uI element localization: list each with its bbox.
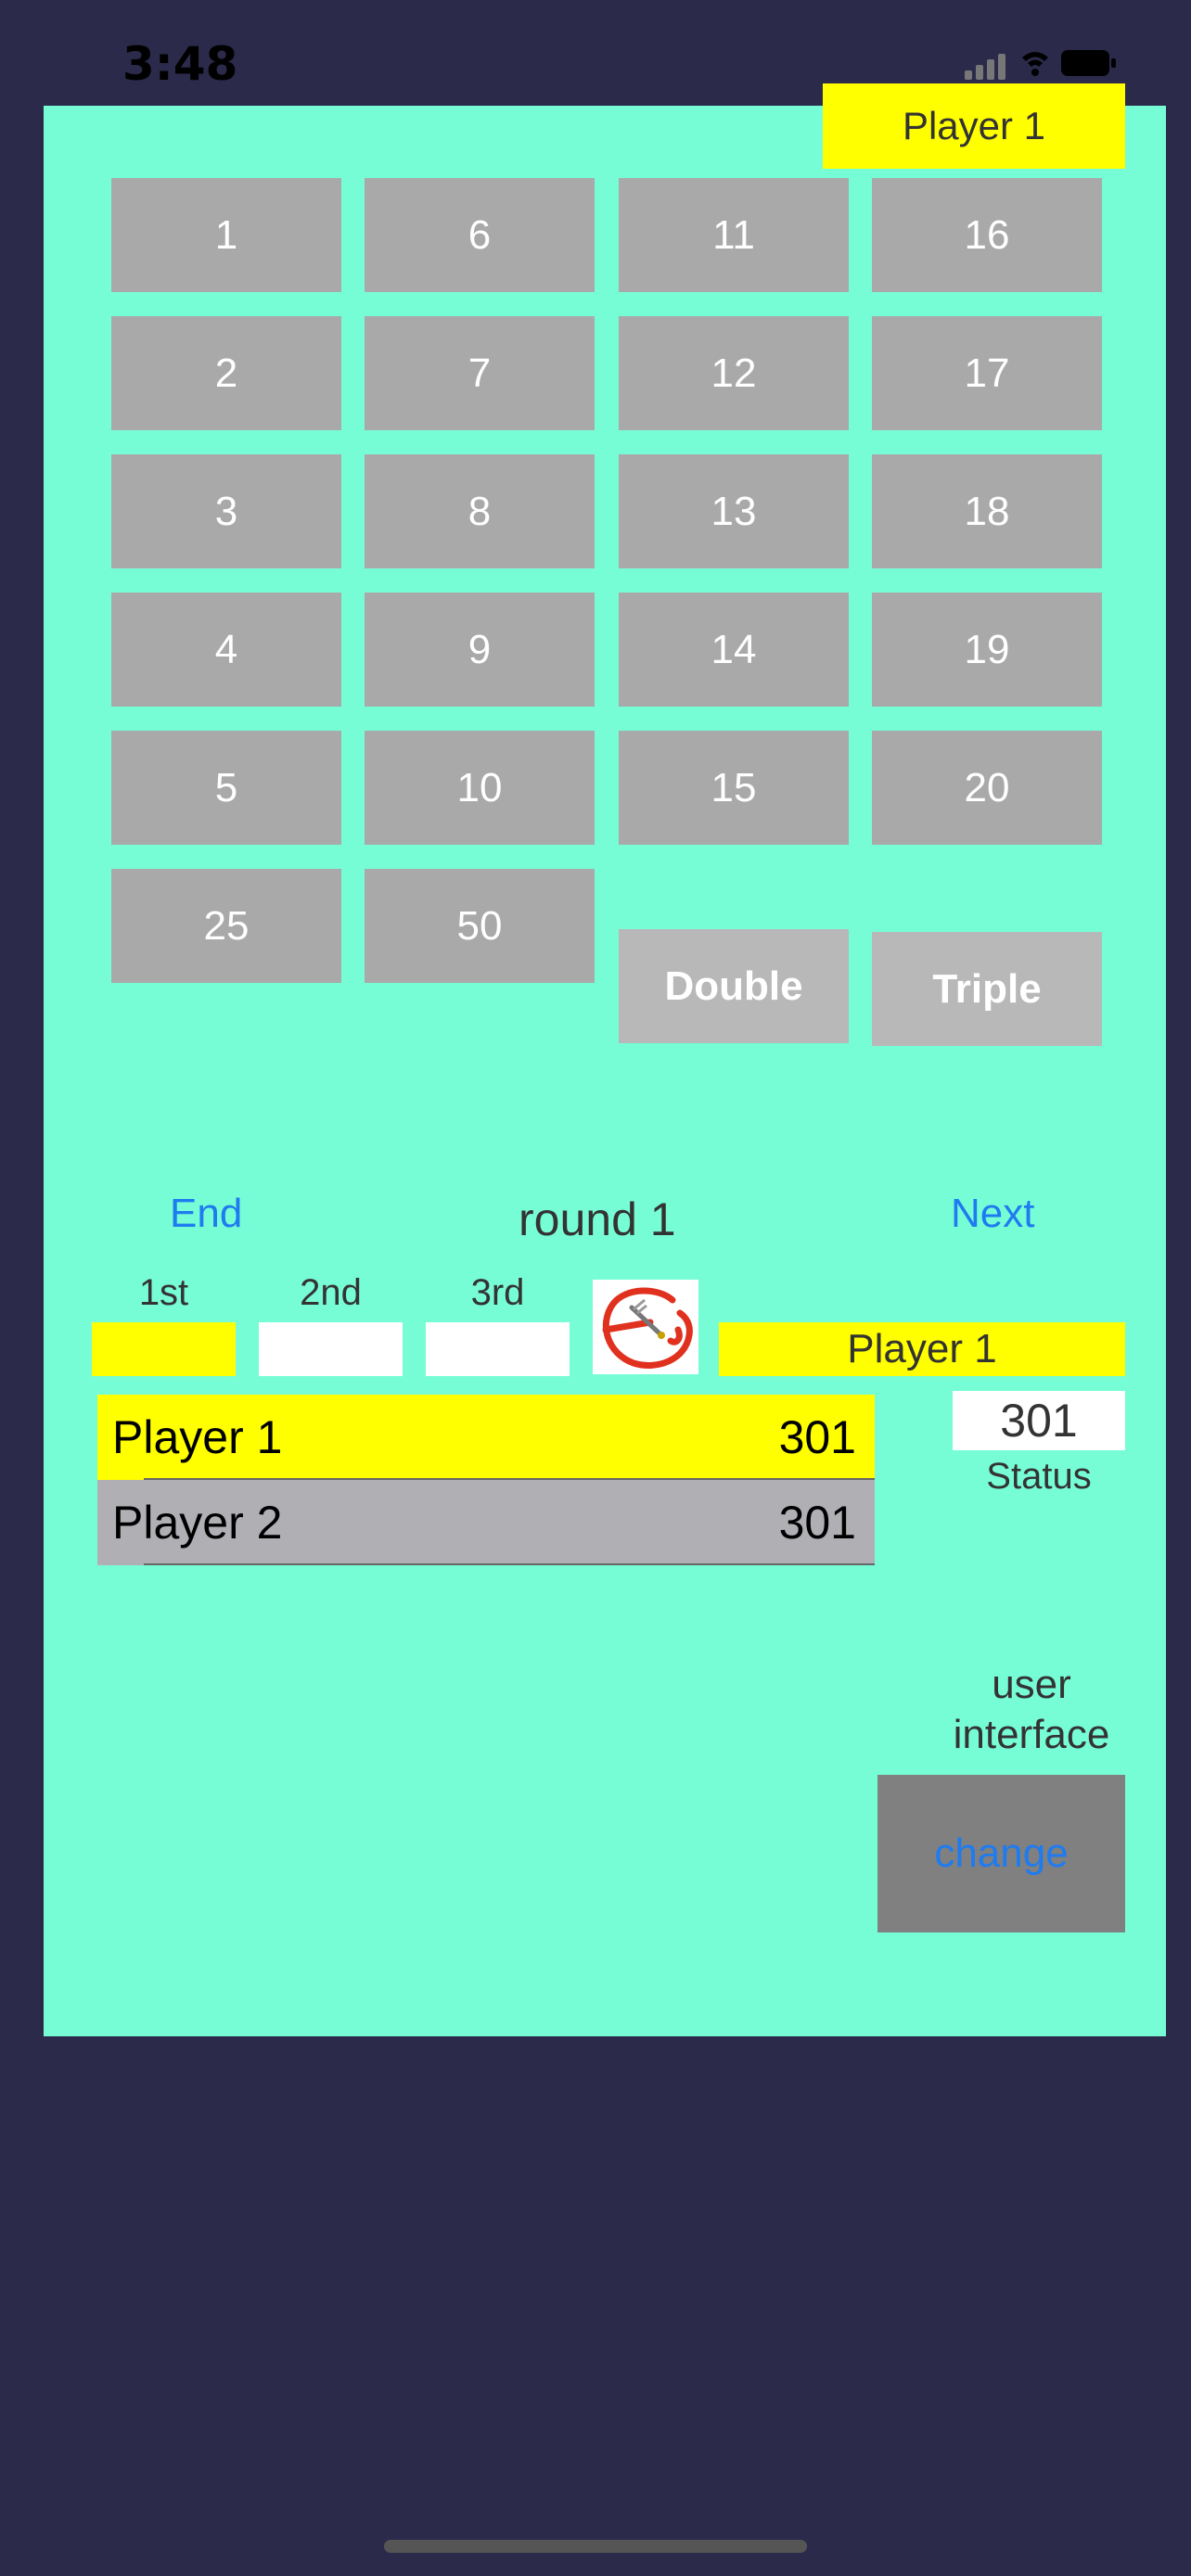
cellular-signal-icon bbox=[965, 54, 1005, 80]
number-button-18[interactable]: 18 bbox=[872, 454, 1102, 568]
number-button-11[interactable]: 11 bbox=[619, 178, 849, 292]
number-button-25[interactable]: 25 bbox=[111, 869, 341, 983]
dart-1-label: 1st bbox=[138, 1272, 189, 1313]
number-button-1[interactable]: 1 bbox=[111, 178, 341, 292]
dart-2-label: 2nd bbox=[300, 1272, 362, 1313]
number-button-19[interactable]: 19 bbox=[872, 593, 1102, 707]
dart-3-score bbox=[426, 1322, 570, 1376]
number-button-13[interactable]: 13 bbox=[619, 454, 849, 568]
dart-2-score bbox=[259, 1322, 403, 1376]
number-button-5[interactable]: 5 bbox=[111, 731, 341, 845]
player-score: 301 bbox=[778, 1411, 856, 1463]
number-button-15[interactable]: 15 bbox=[619, 731, 849, 845]
number-button-10[interactable]: 10 bbox=[365, 731, 595, 845]
number-button-17[interactable]: 17 bbox=[872, 316, 1102, 430]
number-button-12[interactable]: 12 bbox=[619, 316, 849, 430]
user-interface-label-line2: interface bbox=[953, 1712, 1110, 1757]
wifi-icon bbox=[1022, 52, 1048, 76]
player-score: 301 bbox=[778, 1497, 856, 1549]
number-button-6[interactable]: 6 bbox=[365, 178, 595, 292]
round-label: round 1 bbox=[519, 1193, 676, 1245]
next-button[interactable]: Next bbox=[951, 1191, 1034, 1237]
user-interface-label: user interface bbox=[897, 1660, 1166, 1760]
dart-logo-icon bbox=[593, 1280, 698, 1374]
status-label: Status bbox=[986, 1456, 1092, 1497]
number-button-16[interactable]: 16 bbox=[872, 178, 1102, 292]
number-button-50[interactable]: 50 bbox=[365, 869, 595, 983]
end-button[interactable]: End bbox=[170, 1191, 242, 1237]
user-interface-label-line1: user bbox=[992, 1662, 1071, 1707]
number-button-9[interactable]: 9 bbox=[365, 593, 595, 707]
status-icons bbox=[965, 45, 1122, 86]
double-button[interactable]: Double bbox=[619, 929, 849, 1043]
number-button-3[interactable]: 3 bbox=[111, 454, 341, 568]
home-indicator[interactable] bbox=[384, 2540, 807, 2553]
number-button-4[interactable]: 4 bbox=[111, 593, 341, 707]
number-button-2[interactable]: 2 bbox=[111, 316, 341, 430]
number-button-14[interactable]: 14 bbox=[619, 593, 849, 707]
row-divider bbox=[144, 1563, 875, 1565]
current-player-badge: Player 1 bbox=[823, 83, 1125, 169]
triple-button[interactable]: Triple bbox=[872, 932, 1102, 1046]
dart-3-label: 3rd bbox=[470, 1272, 525, 1313]
scoreboard-row[interactable]: Player 1 301 bbox=[97, 1395, 875, 1480]
status-time: 3:48 bbox=[122, 37, 238, 91]
number-button-20[interactable]: 20 bbox=[872, 731, 1102, 845]
dart-1-score bbox=[92, 1322, 236, 1376]
number-button-7[interactable]: 7 bbox=[365, 316, 595, 430]
change-ui-button[interactable]: change bbox=[877, 1775, 1125, 1932]
player-name: Player 1 bbox=[112, 1411, 283, 1463]
scoreboard-row[interactable]: Player 2 301 bbox=[97, 1480, 875, 1565]
status-value: 301 bbox=[953, 1391, 1125, 1450]
active-player-display: Player 1 bbox=[719, 1322, 1125, 1376]
player-name: Player 2 bbox=[112, 1497, 283, 1549]
battery-icon bbox=[1061, 50, 1116, 76]
game-panel: Player 1 1 2 3 4 5 25 6 7 8 9 10 50 11 1… bbox=[44, 83, 1166, 2036]
number-button-8[interactable]: 8 bbox=[365, 454, 595, 568]
